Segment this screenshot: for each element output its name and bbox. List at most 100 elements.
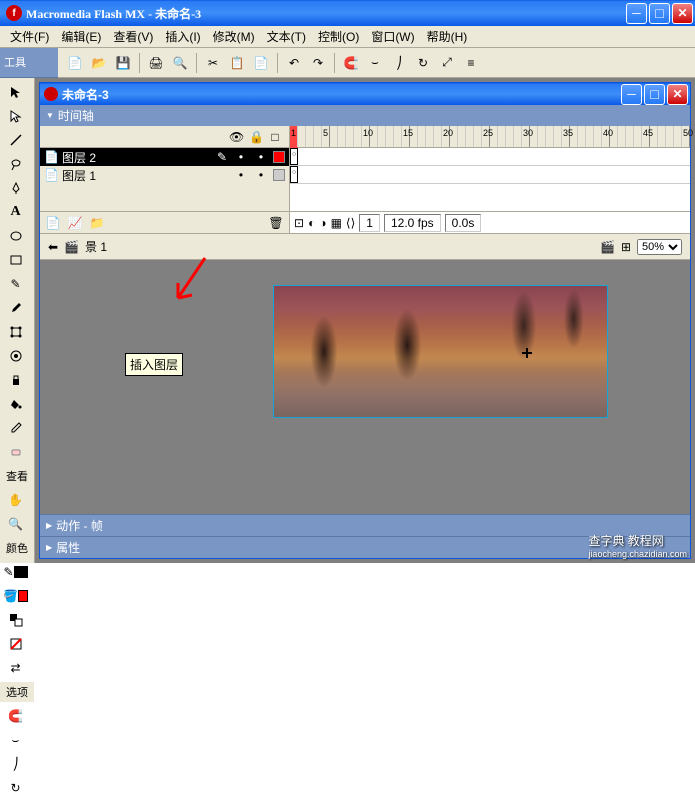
undo-button[interactable]: ↶: [283, 52, 305, 74]
frame-rate: 12.0 fps: [384, 214, 441, 232]
layer-color[interactable]: [273, 169, 285, 181]
menu-control[interactable]: 控制(O): [312, 26, 365, 47]
option-3[interactable]: ⎠: [2, 752, 29, 776]
menu-view[interactable]: 查看(V): [107, 26, 159, 47]
lock-dot[interactable]: •: [253, 150, 269, 164]
save-button[interactable]: 💾: [112, 52, 134, 74]
hand-tool[interactable]: ✋: [2, 488, 29, 512]
onion-skin-outlines-icon[interactable]: ◑: [319, 216, 326, 230]
rectangle-tool[interactable]: [2, 248, 29, 272]
ink-bottle-tool[interactable]: [2, 368, 29, 392]
fill-transform-tool[interactable]: [2, 344, 29, 368]
layer-row-1[interactable]: 📄 图层 1 • •: [40, 166, 289, 184]
fill-color[interactable]: 🪣: [2, 584, 29, 608]
eyedropper-tool[interactable]: [2, 416, 29, 440]
center-frame-icon[interactable]: ⊡: [294, 216, 304, 230]
copy-button[interactable]: 📋: [226, 52, 248, 74]
text-tool[interactable]: A: [2, 200, 29, 224]
stage-canvas[interactable]: [273, 285, 608, 418]
divider: [139, 53, 140, 73]
watermark: 查字典 教程网 jiaocheng.chazidian.com: [588, 532, 687, 559]
layer-row-2[interactable]: 📄 图层 2 ✎ • •: [40, 148, 289, 166]
layer-icon: 📄: [44, 150, 58, 164]
toolbar: 工具 📄 📂 💾 🖨 🔍 ✂ 📋 📄 ↶ ↷ 🧲 ⌣ ⎠ ↻ ⤢ ≡: [0, 48, 695, 78]
redo-button[interactable]: ↷: [307, 52, 329, 74]
edit-scene-icon[interactable]: 🎬: [600, 240, 615, 254]
visibility-dot[interactable]: •: [233, 150, 249, 164]
straighten-button[interactable]: ⎠: [388, 52, 410, 74]
default-colors[interactable]: [2, 608, 29, 632]
keyframe[interactable]: [290, 148, 298, 165]
eraser-tool[interactable]: [2, 440, 29, 464]
doc-minimize-button[interactable]: ─: [621, 84, 642, 105]
document-window: 未命名-3 ─ □ ✕ 时间轴 👁 🔒 □: [39, 82, 691, 559]
line-tool[interactable]: [2, 128, 29, 152]
app-icon: f: [6, 5, 22, 21]
arrow-tool[interactable]: [2, 80, 29, 104]
insert-folder-button[interactable]: 📁: [88, 214, 106, 232]
snap-button[interactable]: 🧲: [340, 52, 362, 74]
menu-text[interactable]: 文本(T): [261, 26, 312, 47]
paste-button[interactable]: 📄: [250, 52, 272, 74]
timeline-header[interactable]: 时间轴: [40, 105, 690, 126]
layer-color[interactable]: [273, 151, 285, 163]
swap-colors[interactable]: ⇄: [2, 656, 29, 680]
layer-footer: 📄 📈 📁 🗑: [40, 211, 289, 233]
keyframe[interactable]: [290, 166, 298, 183]
pencil-tool[interactable]: ✎: [2, 272, 29, 296]
open-button[interactable]: 📂: [88, 52, 110, 74]
insert-motion-guide-button[interactable]: 📈: [66, 214, 84, 232]
transform-tool[interactable]: [2, 320, 29, 344]
layer-name: 图层 1: [62, 167, 211, 184]
doc-titlebar: 未命名-3 ─ □ ✕: [40, 83, 690, 105]
insert-layer-button[interactable]: 📄: [44, 214, 62, 232]
menu-modify[interactable]: 修改(M): [207, 26, 261, 47]
pen-tool[interactable]: [2, 176, 29, 200]
option-2[interactable]: ⌣: [2, 728, 29, 752]
close-button[interactable]: ✕: [672, 3, 693, 24]
lasso-tool[interactable]: [2, 152, 29, 176]
outline-icon[interactable]: □: [269, 130, 281, 144]
stage-area[interactable]: [40, 260, 690, 514]
menu-help[interactable]: 帮助(H): [421, 26, 474, 47]
menu-file[interactable]: 文件(F): [4, 26, 55, 47]
modify-markers-icon[interactable]: ⟨⟩: [346, 216, 355, 230]
doc-maximize-button[interactable]: □: [644, 84, 665, 105]
stroke-color[interactable]: ✎: [2, 560, 29, 584]
oval-tool[interactable]: [2, 224, 29, 248]
menu-window[interactable]: 窗口(W): [365, 26, 420, 47]
frame-ruler[interactable]: 15101520253035404550: [290, 126, 690, 148]
cut-button[interactable]: ✂: [202, 52, 224, 74]
onion-skin-icon[interactable]: ◐: [308, 216, 315, 230]
align-button[interactable]: ≡: [460, 52, 482, 74]
visibility-dot[interactable]: •: [233, 168, 249, 182]
new-button[interactable]: 📄: [64, 52, 86, 74]
print-button[interactable]: 🖨: [145, 52, 167, 74]
paint-bucket-tool[interactable]: [2, 392, 29, 416]
lock-dot[interactable]: •: [253, 168, 269, 182]
zoom-tool[interactable]: 🔍: [2, 512, 29, 536]
no-color[interactable]: [2, 632, 29, 656]
menu-edit[interactable]: 编辑(E): [55, 26, 107, 47]
option-4[interactable]: ↻: [2, 776, 29, 800]
doc-close-button[interactable]: ✕: [667, 84, 688, 105]
edit-symbols-icon[interactable]: ⊞: [621, 240, 631, 254]
zoom-select[interactable]: 50%: [637, 239, 682, 255]
snap-option[interactable]: 🧲: [2, 704, 29, 728]
frame-row-layer2[interactable]: [290, 148, 690, 166]
preview-button[interactable]: 🔍: [169, 52, 191, 74]
delete-layer-button[interactable]: 🗑: [267, 214, 285, 232]
rotate-button[interactable]: ↻: [412, 52, 434, 74]
subselect-tool[interactable]: [2, 104, 29, 128]
smooth-button[interactable]: ⌣: [364, 52, 386, 74]
minimize-button[interactable]: ─: [626, 3, 647, 24]
menu-insert[interactable]: 插入(I): [159, 26, 206, 47]
scale-button[interactable]: ⤢: [436, 52, 458, 74]
brush-tool[interactable]: [2, 296, 29, 320]
edit-multiple-icon[interactable]: ▦: [331, 216, 342, 230]
frame-row-layer1[interactable]: [290, 166, 690, 184]
eye-icon[interactable]: 👁: [229, 130, 241, 144]
lock-icon[interactable]: 🔒: [249, 130, 261, 144]
maximize-button[interactable]: □: [649, 3, 670, 24]
back-icon[interactable]: ⬅: [48, 240, 58, 254]
